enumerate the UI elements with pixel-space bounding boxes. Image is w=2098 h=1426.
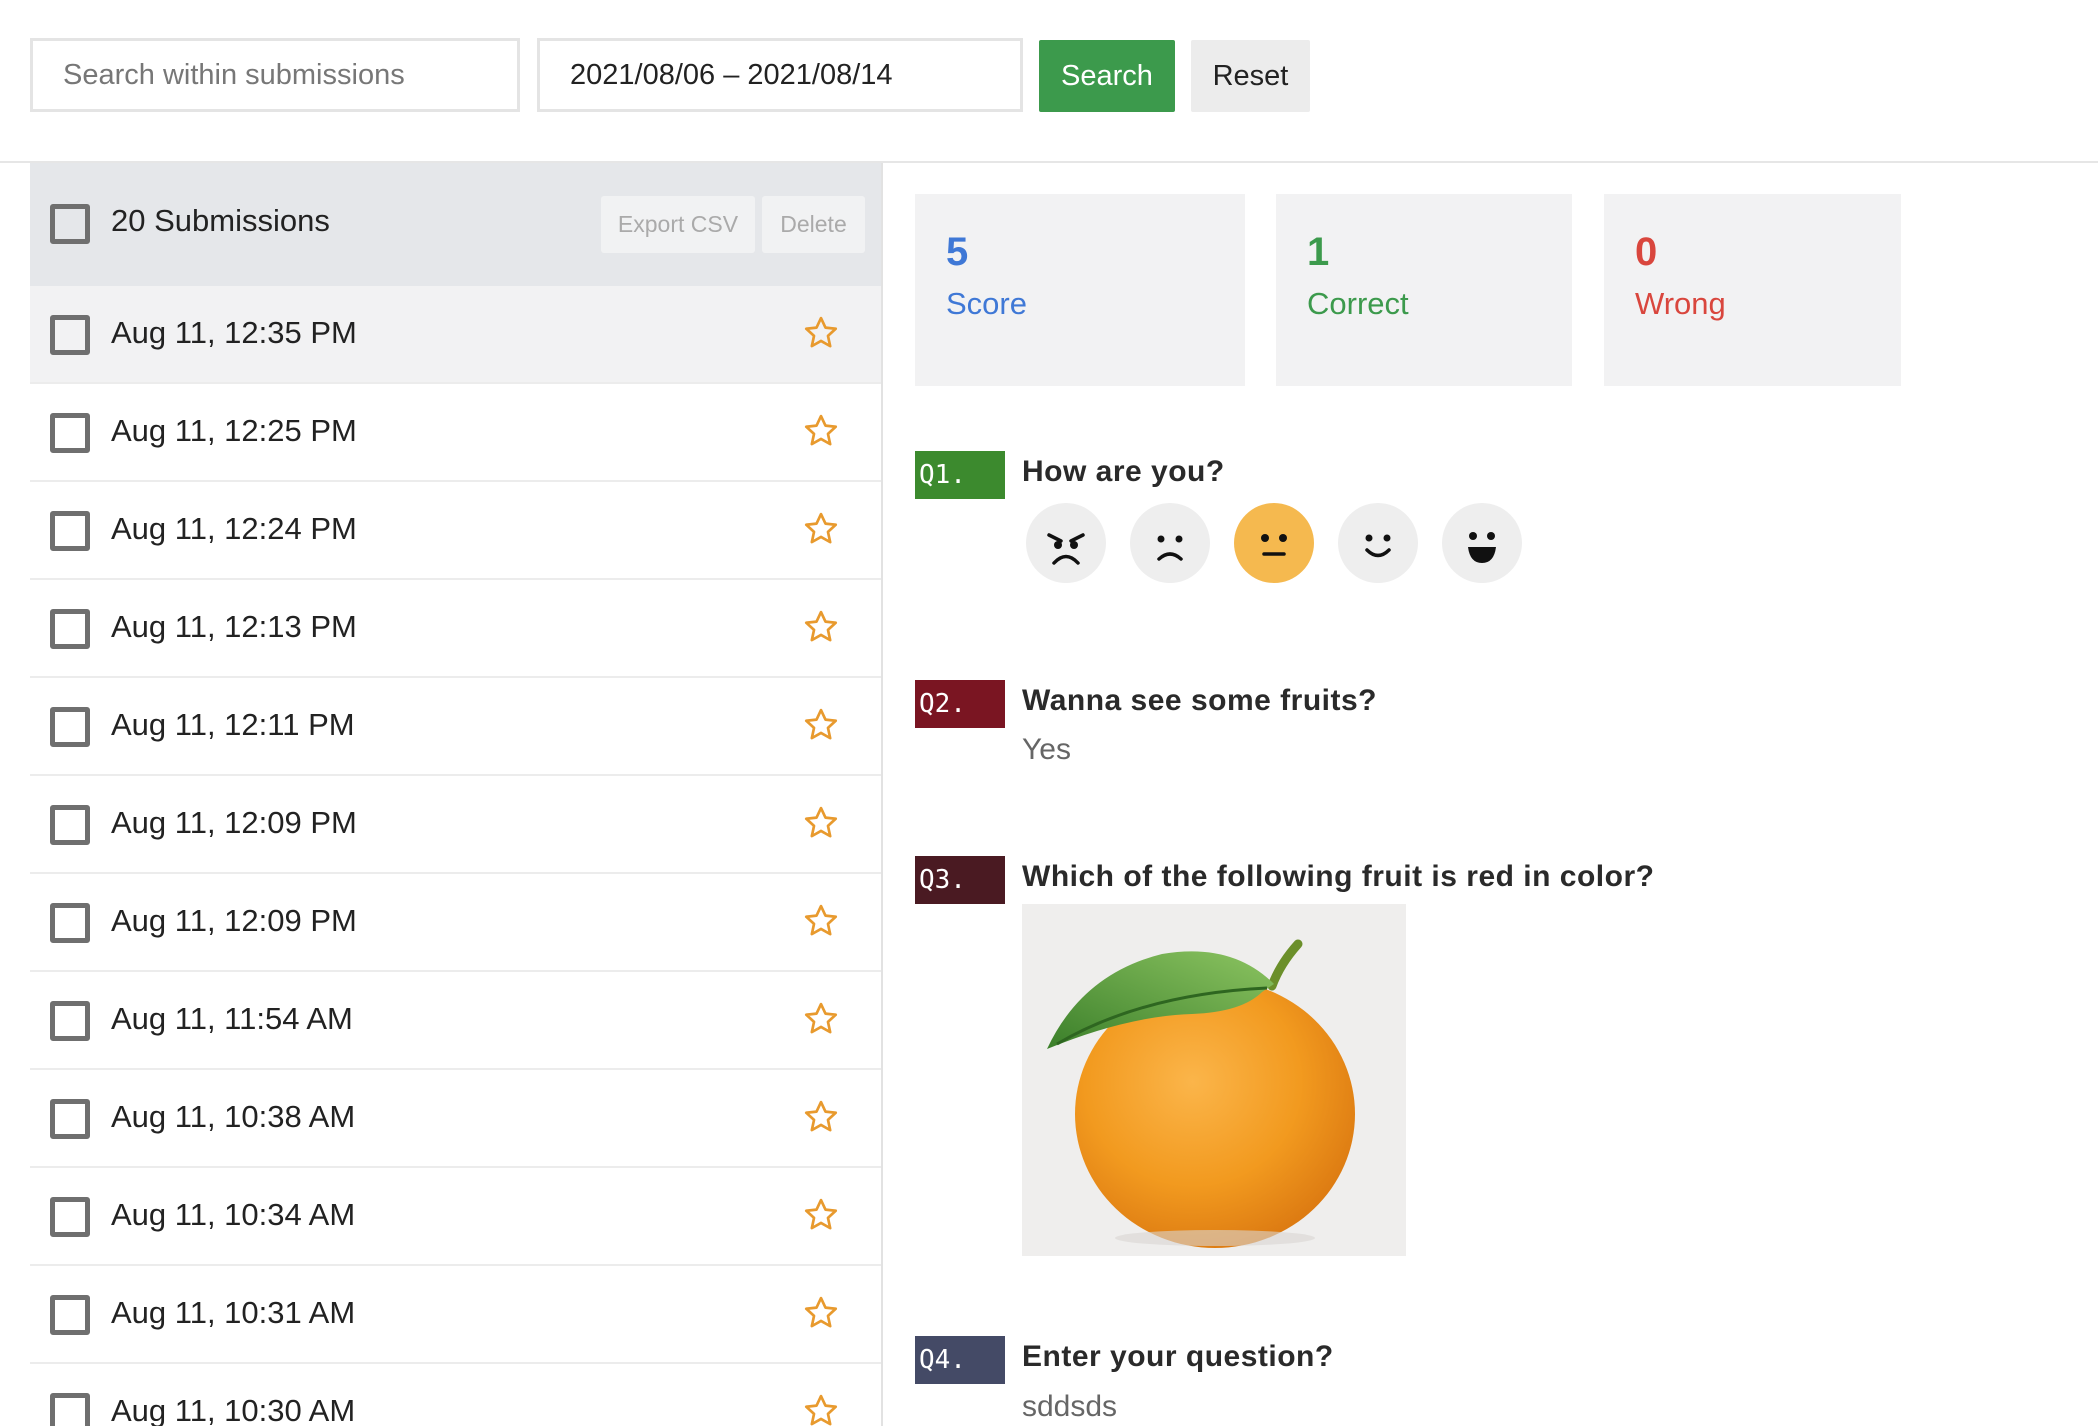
row-checkbox[interactable] <box>50 903 90 943</box>
row-checkbox[interactable] <box>50 1393 90 1426</box>
submission-timestamp: Aug 11, 12:09 PM <box>111 903 357 938</box>
reset-button[interactable]: Reset <box>1191 40 1310 112</box>
q2-answer: Yes <box>1022 733 1071 766</box>
wrong-label: Wrong <box>1635 286 1726 321</box>
star-icon[interactable] <box>802 1098 840 1136</box>
submission-timestamp: Aug 11, 11:54 AM <box>111 1001 353 1036</box>
star-icon[interactable] <box>802 510 840 548</box>
date-range-input[interactable]: 2021/08/06 – 2021/08/14 <box>537 38 1023 112</box>
star-icon[interactable] <box>802 412 840 450</box>
q3-title: Which of the following fruit is red in c… <box>1022 860 1655 893</box>
export-csv-button[interactable]: Export CSV <box>601 196 755 253</box>
submission-timestamp: Aug 11, 12:11 PM <box>111 707 355 742</box>
submission-row[interactable]: Aug 11, 12:09 PM <box>30 776 881 874</box>
wrong-card: 0 Wrong <box>1604 194 1901 386</box>
correct-card: 1 Correct <box>1276 194 1572 386</box>
submission-list: Aug 11, 12:35 PM Aug 11, 12:25 PM Aug 11, … <box>30 286 881 1426</box>
row-checkbox[interactable] <box>50 805 90 845</box>
row-checkbox[interactable] <box>50 413 90 453</box>
q4-title: Enter your question? <box>1022 1340 1334 1373</box>
face-neutral-icon <box>1234 503 1314 583</box>
date-range-value: 2021/08/06 – 2021/08/14 <box>570 58 893 91</box>
q2-title: Wanna see some fruits? <box>1022 684 1377 717</box>
submission-timestamp: Aug 11, 12:13 PM <box>111 609 357 644</box>
q4-badge: Q4. <box>915 1336 1005 1384</box>
star-icon[interactable] <box>802 902 840 940</box>
submission-row[interactable]: Aug 11, 12:25 PM <box>30 384 881 482</box>
submission-timestamp: Aug 11, 12:35 PM <box>111 315 357 350</box>
row-checkbox[interactable] <box>50 1001 90 1041</box>
row-checkbox[interactable] <box>50 609 90 649</box>
row-checkbox[interactable] <box>50 1295 90 1335</box>
score-label: Score <box>946 286 1027 321</box>
submissions-panel: 20 Submissions Export CSV Delete Aug 11,… <box>30 163 883 1426</box>
submissions-count: 20 Submissions <box>111 203 330 238</box>
delete-button[interactable]: Delete <box>762 196 865 253</box>
submission-timestamp: Aug 11, 12:25 PM <box>111 413 357 448</box>
submission-row[interactable]: Aug 11, 10:31 AM <box>30 1266 881 1364</box>
submissions-header: 20 Submissions Export CSV Delete <box>30 163 881 286</box>
face-sad-icon <box>1130 503 1210 583</box>
search-button[interactable]: Search <box>1039 40 1175 112</box>
submission-row[interactable]: Aug 11, 12:13 PM <box>30 580 881 678</box>
submission-row[interactable]: Aug 11, 10:30 AM <box>30 1364 881 1426</box>
submission-row[interactable]: Aug 11, 11:54 AM <box>30 972 881 1070</box>
search-input-placeholder: Search within submissions <box>63 58 405 91</box>
star-icon[interactable] <box>802 804 840 842</box>
submission-timestamp: Aug 11, 10:34 AM <box>111 1197 356 1232</box>
q4-answer: sddsds <box>1022 1390 1118 1423</box>
search-input[interactable]: Search within submissions <box>30 38 520 112</box>
star-icon[interactable] <box>802 1000 840 1038</box>
submission-row[interactable]: Aug 11, 12:24 PM <box>30 482 881 580</box>
correct-value: 1 <box>1307 230 1330 274</box>
submission-row[interactable]: Aug 11, 12:35 PM <box>30 286 881 384</box>
face-smile-icon <box>1338 503 1418 583</box>
q1-title: How are you? <box>1022 455 1225 488</box>
face-happy-icon <box>1442 503 1522 583</box>
submission-timestamp: Aug 11, 12:24 PM <box>111 511 357 546</box>
toolbar: Search within submissions 2021/08/06 – 2… <box>0 0 2098 163</box>
wrong-value: 0 <box>1635 230 1658 274</box>
submission-timestamp: Aug 11, 10:38 AM <box>111 1099 356 1134</box>
star-icon[interactable] <box>802 1294 840 1332</box>
submission-timestamp: Aug 11, 12:09 PM <box>111 805 357 840</box>
row-checkbox[interactable] <box>50 707 90 747</box>
face-angry-icon <box>1026 503 1106 583</box>
star-icon[interactable] <box>802 1196 840 1234</box>
row-checkbox[interactable] <box>50 511 90 551</box>
q3-badge: Q3. <box>915 856 1005 904</box>
star-icon[interactable] <box>802 608 840 646</box>
submission-row[interactable]: Aug 11, 10:34 AM <box>30 1168 881 1266</box>
submission-row[interactable]: Aug 11, 12:11 PM <box>30 678 881 776</box>
star-icon[interactable] <box>802 314 840 352</box>
submission-timestamp: Aug 11, 10:31 AM <box>111 1295 356 1330</box>
score-value: 5 <box>946 230 969 274</box>
submission-row[interactable]: Aug 11, 10:38 AM <box>30 1070 881 1168</box>
submission-row[interactable]: Aug 11, 12:09 PM <box>30 874 881 972</box>
q1-badge: Q1. <box>915 451 1005 499</box>
submission-timestamp: Aug 11, 10:30 AM <box>111 1393 356 1426</box>
star-icon[interactable] <box>802 1392 840 1426</box>
score-card: 5 Score <box>915 194 1245 386</box>
q2-badge: Q2. <box>915 680 1005 728</box>
row-checkbox[interactable] <box>50 1197 90 1237</box>
row-checkbox[interactable] <box>50 1099 90 1139</box>
correct-label: Correct <box>1307 286 1409 321</box>
star-icon[interactable] <box>802 706 840 744</box>
orange-fruit-image <box>1022 904 1406 1256</box>
row-checkbox[interactable] <box>50 315 90 355</box>
select-all-checkbox[interactable] <box>50 204 90 244</box>
